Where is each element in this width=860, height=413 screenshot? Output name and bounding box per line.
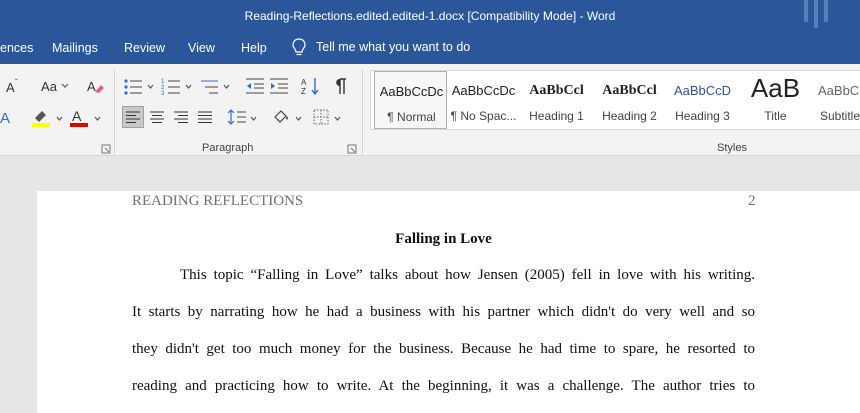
style-preview: AaBbCcl (529, 83, 584, 98)
svg-text:A: A (87, 79, 96, 94)
svg-text:ˇ: ˇ (15, 78, 18, 87)
style-name: ¶ No Spac... (450, 109, 517, 123)
highlight-color-icon[interactable] (30, 106, 52, 128)
style-title[interactable]: AaB Title (739, 71, 812, 129)
borders-icon[interactable] (310, 106, 332, 128)
justify-icon[interactable] (194, 106, 216, 128)
running-header: READING REFLECTIONS (132, 193, 304, 209)
style-preview: AaBbCcD (673, 83, 732, 98)
body-line: It starts by narrating how he had a busi… (132, 304, 755, 320)
body-line: This topic “Falling in Love” talks about… (180, 267, 755, 283)
styles-group-label: Styles (717, 142, 747, 154)
tab-mailings[interactable]: Mailings (52, 41, 98, 55)
paragraph-group-label: Paragraph (202, 142, 254, 154)
svg-text:A: A (6, 80, 15, 95)
tell-me-box[interactable]: Tell me what you want to do (292, 38, 470, 56)
title-bar: Reading-Reflections.edited.edited-1.docx… (0, 0, 860, 32)
change-case-button[interactable]: Aa (38, 75, 72, 97)
sort-icon[interactable]: AZ (300, 75, 322, 97)
borders-dropdown-icon[interactable] (334, 116, 341, 121)
svg-text:3: 3 (161, 91, 165, 95)
clear-formatting-icon[interactable]: A (84, 75, 106, 97)
change-case-label: Aa (41, 78, 57, 94)
align-right-icon[interactable] (170, 106, 192, 128)
font-dialog-launcher-icon[interactable] (101, 144, 111, 154)
style-name: ¶ Normal (387, 110, 436, 124)
window-title: Reading-Reflections.edited.edited-1.docx… (244, 9, 616, 23)
line-spacing-dropdown-icon[interactable] (250, 116, 257, 121)
style-preview: AaBbCcDc (379, 84, 444, 99)
multilevel-dropdown-icon[interactable] (223, 84, 230, 89)
tell-me-label: Tell me what you want to do (316, 40, 471, 54)
line-spacing-icon[interactable] (226, 106, 248, 128)
ribbon: Aˇ Aa A A A 123 AZ Paragraph AaBbCcDc ¶ … (0, 64, 860, 156)
style-normal[interactable]: AaBbCcDc ¶ Normal (374, 71, 447, 129)
shrink-font-icon[interactable]: Aˇ (0, 75, 22, 97)
numbering-dropdown-icon[interactable] (185, 84, 192, 89)
ribbon-tabs: ences Mailings Review View Help Tell me … (0, 32, 860, 64)
multilevel-list-icon[interactable] (198, 75, 220, 97)
group-separator (114, 70, 115, 154)
style-no-spacing[interactable]: AaBbCcDc ¶ No Spac... (447, 71, 520, 129)
page-number: 2 (748, 193, 756, 209)
align-center-icon[interactable] (146, 106, 168, 128)
style-preview: AaB (750, 73, 801, 103)
document-page[interactable]: READING REFLECTIONS 2 Falling in Love Th… (37, 191, 860, 413)
style-subtitle[interactable]: AaBbCcD Subtitle (812, 71, 860, 129)
style-name: Title (764, 109, 787, 123)
document-heading: Falling in Love (395, 231, 492, 247)
shading-dropdown-icon[interactable] (295, 116, 302, 121)
decrease-indent-icon[interactable] (244, 75, 266, 97)
text-effects-icon[interactable]: A (0, 106, 22, 128)
svg-text:Z: Z (301, 87, 306, 96)
body-line: reading and practicing how to write. At … (132, 378, 755, 394)
svg-text:A: A (301, 78, 307, 87)
style-preview: AaBbCcD (818, 83, 860, 98)
tab-view[interactable]: View (188, 41, 215, 55)
tab-help[interactable]: Help (241, 41, 267, 55)
increase-indent-icon[interactable] (268, 75, 290, 97)
style-heading-3[interactable]: AaBbCcD Heading 3 (666, 71, 739, 129)
tab-review[interactable]: Review (124, 41, 165, 55)
tab-references[interactable]: ences (0, 41, 33, 55)
highlight-dropdown-icon[interactable] (56, 116, 63, 121)
style-name: Heading 2 (602, 109, 657, 123)
style-heading-1[interactable]: AaBbCcl Heading 1 (520, 71, 593, 129)
lightbulb-icon (292, 38, 306, 56)
show-hide-marks-icon[interactable] (330, 75, 352, 97)
bullets-dropdown-icon[interactable] (147, 84, 154, 89)
svg-text:A: A (0, 110, 10, 127)
style-name: Heading 1 (529, 109, 584, 123)
style-heading-2[interactable]: AaBbCcl Heading 2 (593, 71, 666, 129)
svg-text:A: A (72, 108, 82, 124)
font-color-dropdown-icon[interactable] (94, 116, 101, 121)
paragraph-dialog-launcher-icon[interactable] (347, 144, 357, 154)
align-left-icon[interactable] (122, 106, 144, 128)
numbering-icon[interactable]: 123 (160, 75, 182, 97)
ribbon-display-icon[interactable] (800, 0, 840, 32)
shading-icon[interactable] (270, 106, 292, 128)
bullets-icon[interactable] (122, 75, 144, 97)
document-area: READING REFLECTIONS 2 Falling in Love Th… (0, 157, 860, 413)
group-separator (362, 70, 363, 154)
style-preview: AaBbCcl (602, 83, 657, 98)
font-color-icon[interactable]: A (68, 106, 90, 128)
style-name: Heading 3 (675, 109, 730, 123)
style-preview: AaBbCcDc (451, 83, 516, 98)
body-line: they didn't get too much money for the b… (132, 341, 755, 357)
style-name: Subtitle (820, 109, 860, 123)
styles-gallery: AaBbCcDc ¶ Normal AaBbCcDc ¶ No Spac... … (370, 70, 860, 130)
